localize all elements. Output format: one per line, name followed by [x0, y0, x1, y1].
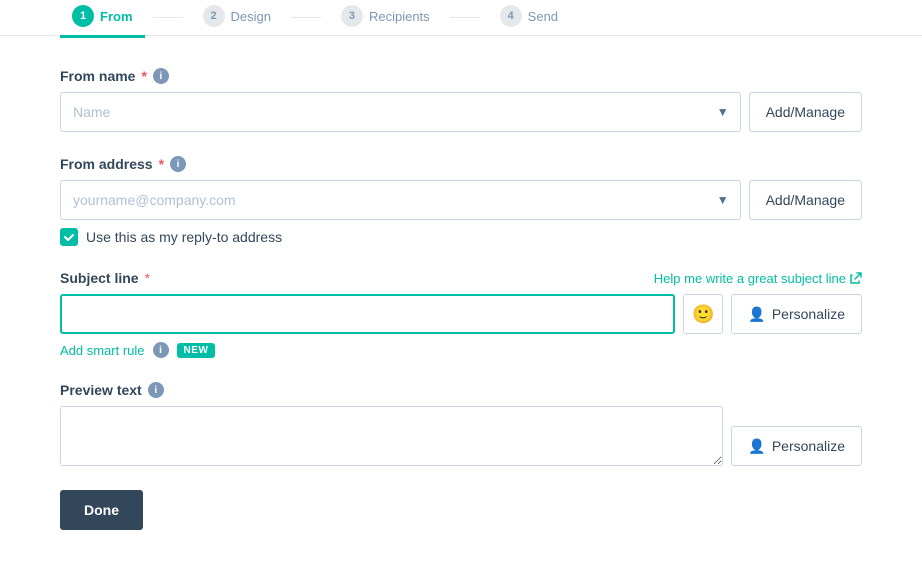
- from-address-required: *: [159, 156, 164, 172]
- from-name-info-icon[interactable]: i: [153, 68, 169, 84]
- subject-personalize-button[interactable]: 👤 Personalize: [731, 294, 862, 334]
- nav-divider-1: [153, 17, 183, 18]
- from-address-input-row: yourname@company.com ▼ Add/Manage: [60, 180, 862, 220]
- emoji-picker-button[interactable]: 🙂: [683, 294, 723, 334]
- preview-text-input[interactable]: [60, 406, 723, 466]
- reply-address-label: Use this as my reply-to address: [86, 229, 282, 245]
- reply-address-checkbox-row: Use this as my reply-to address: [60, 228, 862, 246]
- from-name-required: *: [141, 68, 146, 84]
- preview-person-icon: 👤: [748, 438, 765, 455]
- from-name-label-text: From name: [60, 68, 135, 84]
- nav-step-circle-send: 4: [500, 5, 522, 27]
- smart-rule-row: Add smart rule i NEW: [60, 342, 862, 358]
- nav-step-from[interactable]: 1 From: [60, 0, 145, 38]
- from-address-label-text: From address: [60, 156, 153, 172]
- preview-text-group: Preview text i 👤 Personalize: [60, 382, 862, 466]
- nav-step-circle-design: 2: [203, 5, 225, 27]
- nav-divider-3: [450, 17, 480, 18]
- preview-text-label-text: Preview text: [60, 382, 142, 398]
- from-address-add-manage-button[interactable]: Add/Manage: [749, 180, 862, 220]
- nav-divider-2: [291, 17, 321, 18]
- nav-step-label-design: Design: [231, 9, 271, 24]
- from-address-info-icon[interactable]: i: [170, 156, 186, 172]
- nav-step-label-send: Send: [528, 9, 558, 24]
- from-address-select-wrapper: yourname@company.com ▼: [60, 180, 741, 220]
- person-icon: 👤: [748, 306, 765, 323]
- subject-input-row: 🙂 👤 Personalize: [60, 294, 862, 334]
- from-name-label: From name * i: [60, 68, 862, 84]
- new-badge: NEW: [177, 343, 216, 358]
- subject-line-required: *: [145, 270, 150, 286]
- nav-step-label-from: From: [100, 9, 133, 24]
- preview-text-info-icon[interactable]: i: [148, 382, 164, 398]
- from-name-select[interactable]: Name: [60, 92, 741, 132]
- preview-personalize-label: Personalize: [772, 438, 845, 454]
- subject-line-group: Subject line * Help me write a great sub…: [60, 270, 862, 358]
- nav-step-circle-from: 1: [72, 5, 94, 27]
- preview-textarea-row: 👤 Personalize: [60, 406, 862, 466]
- done-button[interactable]: Done: [60, 490, 143, 530]
- nav-step-send[interactable]: 4 Send: [488, 0, 570, 38]
- nav-step-design[interactable]: 2 Design: [191, 0, 283, 38]
- nav-step-recipients[interactable]: 3 Recipients: [329, 0, 442, 38]
- subject-personalize-label: Personalize: [772, 306, 845, 322]
- from-address-select[interactable]: yourname@company.com: [60, 180, 741, 220]
- top-nav: 1 From 2 Design 3 Recipients 4 Send: [0, 0, 922, 36]
- checkmark-icon: [63, 231, 75, 243]
- preview-personalize-button[interactable]: 👤 Personalize: [731, 426, 862, 466]
- external-link-icon: [850, 272, 862, 284]
- subject-line-input[interactable]: [60, 294, 675, 334]
- nav-step-label-recipients: Recipients: [369, 9, 430, 24]
- main-content: From name * i Name ▼ Add/Manage From add…: [0, 36, 922, 562]
- preview-text-label: Preview text i: [60, 382, 862, 398]
- nav-step-circle-recipients: 3: [341, 5, 363, 27]
- subject-line-label-left: Subject line *: [60, 270, 150, 286]
- from-address-group: From address * i yourname@company.com ▼ …: [60, 156, 862, 246]
- emoji-icon: 🙂: [692, 304, 714, 325]
- help-subject-line-link[interactable]: Help me write a great subject line: [654, 271, 862, 286]
- from-name-add-manage-button[interactable]: Add/Manage: [749, 92, 862, 132]
- subject-line-header: Subject line * Help me write a great sub…: [60, 270, 862, 286]
- help-subject-line-text: Help me write a great subject line: [654, 271, 846, 286]
- from-name-group: From name * i Name ▼ Add/Manage: [60, 68, 862, 132]
- smart-rule-info-icon[interactable]: i: [153, 342, 169, 358]
- from-address-label: From address * i: [60, 156, 862, 172]
- subject-line-label-text: Subject line: [60, 270, 139, 286]
- from-name-input-row: Name ▼ Add/Manage: [60, 92, 862, 132]
- add-smart-rule-link[interactable]: Add smart rule: [60, 343, 145, 358]
- reply-address-checkbox[interactable]: [60, 228, 78, 246]
- from-name-select-wrapper: Name ▼: [60, 92, 741, 132]
